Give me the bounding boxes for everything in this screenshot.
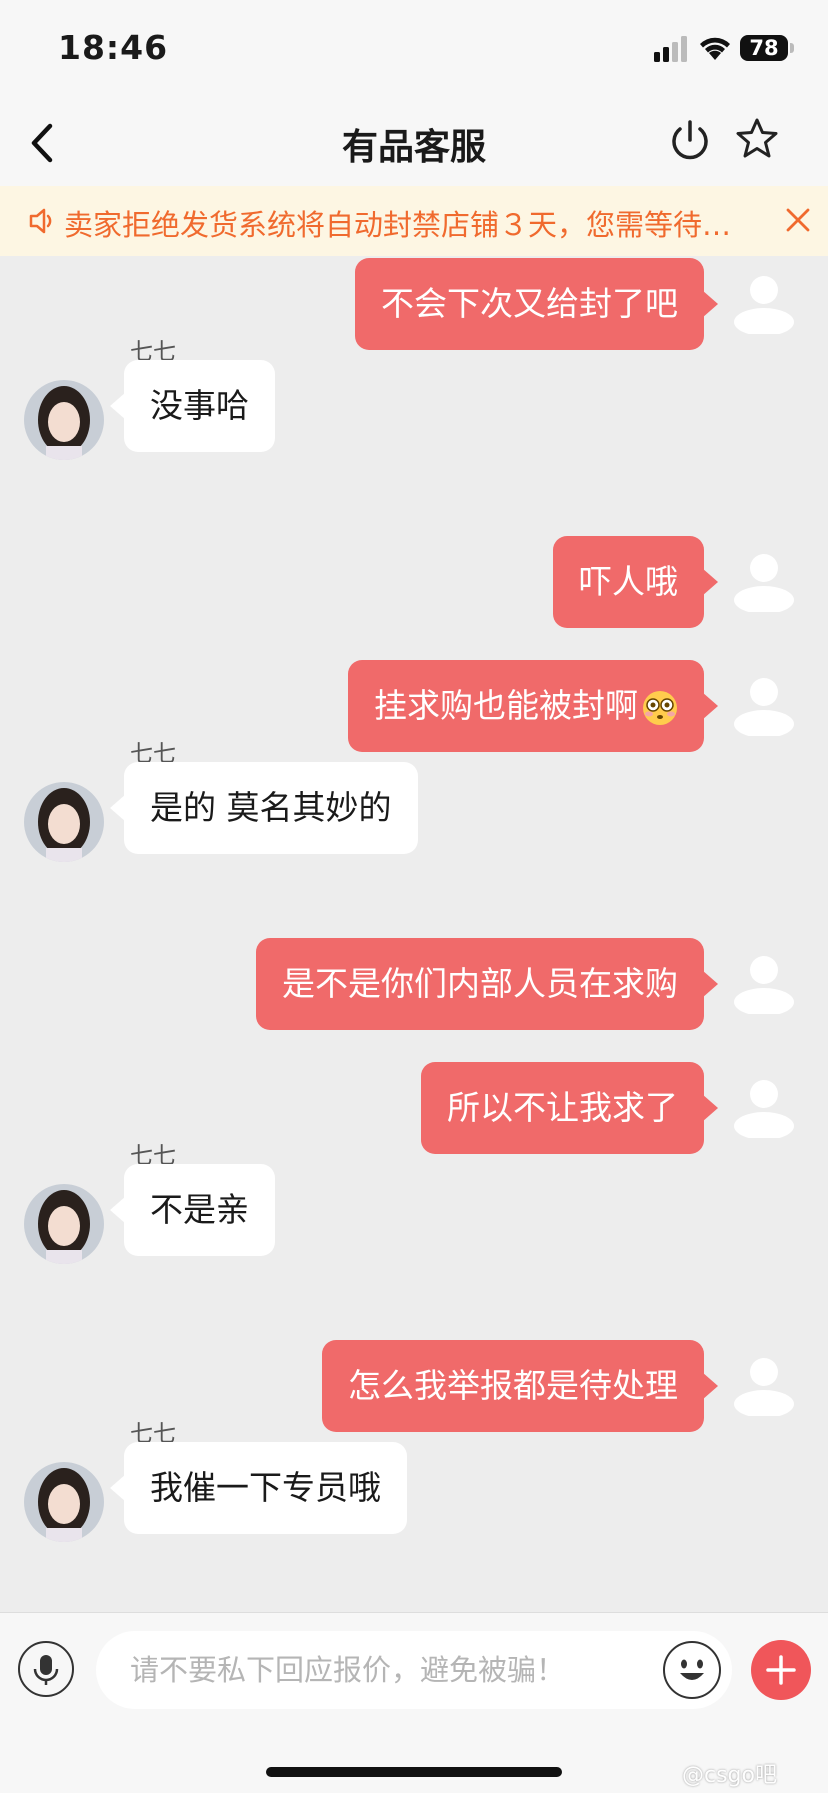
message-bubble-me[interactable]: 是不是你们内部人员在求购 <box>256 938 718 1030</box>
avatar[interactable] <box>24 1184 104 1264</box>
notice-text: 卖家拒绝发货系统将自动封禁店铺３天，您需等待封禁期满后才能继续交易 <box>64 208 754 242</box>
default-user-avatar-icon <box>734 956 794 1014</box>
message-input[interactable]: 请不要私下回应报价，避免被骗！ <box>96 1631 732 1709</box>
agent-avatar-icon <box>24 782 104 862</box>
microphone-icon <box>33 1655 59 1685</box>
cellular-signal-icon <box>654 36 687 62</box>
agent-avatar-icon <box>24 380 104 460</box>
avatar[interactable] <box>24 782 104 862</box>
status-time: 18:46 <box>58 28 169 67</box>
avatar[interactable] <box>24 380 104 460</box>
voice-button[interactable] <box>18 1641 74 1697</box>
message-bubble-me[interactable]: 所以不让我求了 <box>421 1062 718 1154</box>
home-indicator[interactable] <box>266 1767 562 1777</box>
speaker-icon <box>29 208 52 234</box>
chat-area[interactable]: 不会下次又给封了吧 七七 没事哈 吓人哦 挂求购也能被封啊 七七 是的 莫名其妙… <box>0 256 828 1612</box>
message-bubble-me[interactable]: 吓人哦 <box>553 536 718 628</box>
avatar[interactable] <box>24 1462 104 1542</box>
default-user-avatar-icon <box>734 554 794 612</box>
message-bubble-other[interactable]: 不是亲 <box>110 1164 275 1256</box>
nav-bar: 有品客服 <box>0 100 828 186</box>
message-bubble-other[interactable]: 没事哈 <box>110 360 275 452</box>
input-bar: 请不要私下回应报价，避免被骗！ @csgo吧 <box>0 1612 828 1793</box>
message-bubble-other[interactable]: 是的 莫名其妙的 <box>110 762 418 854</box>
wifi-icon <box>700 37 730 60</box>
status-bar: 18:46 78 <box>0 0 828 100</box>
message-bubble-other[interactable]: 我催一下专员哦 <box>110 1442 407 1534</box>
power-icon[interactable] <box>668 118 712 164</box>
default-user-avatar-icon <box>734 678 794 736</box>
smile-icon <box>680 1659 704 1680</box>
watermark: @csgo吧 <box>682 1763 777 1788</box>
battery-tip <box>790 43 794 53</box>
star-icon[interactable] <box>734 116 780 162</box>
message-bubble-me[interactable]: 怎么我举报都是待处理 <box>322 1340 718 1432</box>
default-user-avatar-icon <box>734 1080 794 1138</box>
more-button[interactable] <box>751 1640 811 1700</box>
notice-banner: 卖家拒绝发货系统将自动封禁店铺３天，您需等待封禁期满后才能继续交易 <box>0 186 828 256</box>
battery-indicator: 78 <box>740 35 788 61</box>
agent-avatar-icon <box>24 1462 104 1542</box>
default-user-avatar-icon <box>734 1358 794 1416</box>
default-user-avatar-icon <box>734 276 794 334</box>
plus-icon <box>766 1655 796 1685</box>
close-icon[interactable] <box>784 206 812 234</box>
message-bubble-me[interactable]: 挂求购也能被封啊 <box>348 660 718 752</box>
emoji-button[interactable] <box>663 1641 721 1699</box>
message-bubble-me[interactable]: 不会下次又给封了吧 <box>355 258 718 350</box>
message-text: 挂求购也能被封啊 <box>374 686 638 725</box>
agent-avatar-icon <box>24 1184 104 1264</box>
flushed-emoji <box>643 690 677 725</box>
